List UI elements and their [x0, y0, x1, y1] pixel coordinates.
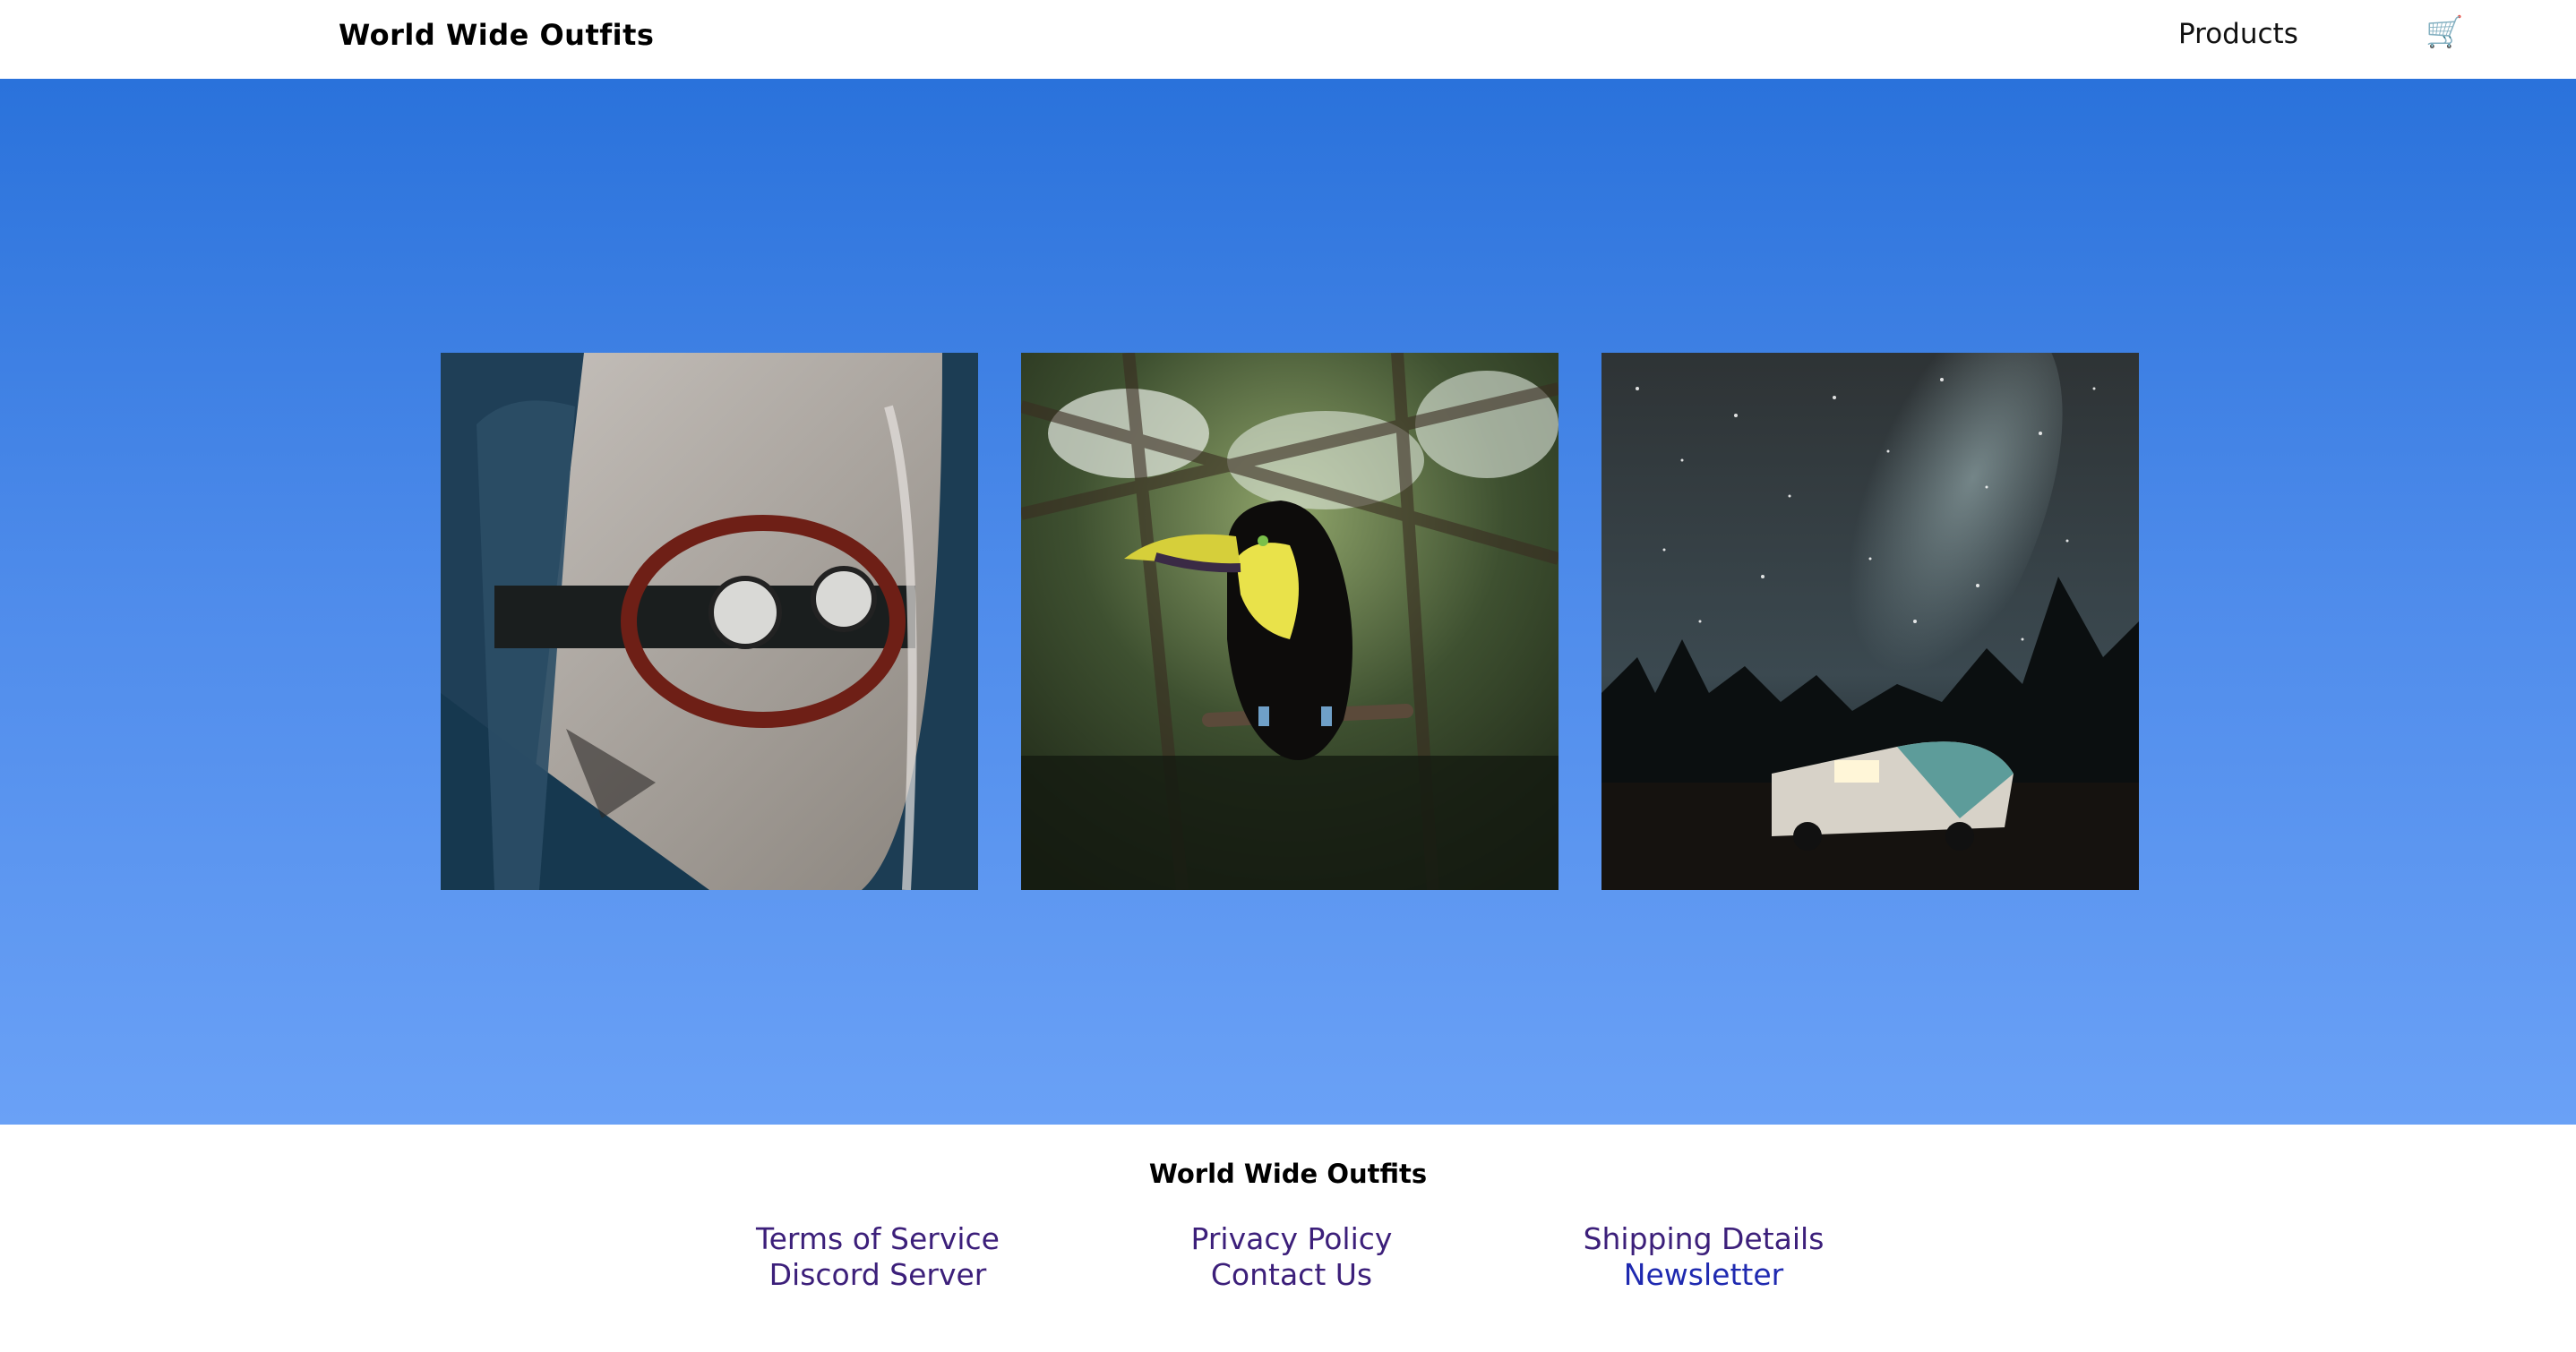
- discord-server-link[interactable]: Discord Server: [699, 1257, 1057, 1293]
- night-sky-photo[interactable]: [1601, 353, 2139, 890]
- shipping-details-link[interactable]: Shipping Details: [1524, 1221, 1883, 1257]
- site-footer: World Wide Outfits Terms of Service Disc…: [0, 1125, 2576, 1352]
- footer-brand: World Wide Outfits: [1148, 1159, 1428, 1189]
- footer-column-2: Privacy Policy Contact Us: [1112, 1221, 1471, 1293]
- contact-us-link[interactable]: Contact Us: [1112, 1257, 1471, 1293]
- privacy-policy-link[interactable]: Privacy Policy: [1112, 1221, 1471, 1257]
- brand-logo-text[interactable]: World Wide Outfits: [339, 18, 654, 52]
- hero-gallery: [0, 79, 2576, 1125]
- cart-icon[interactable]: 🛒: [2426, 14, 2463, 50]
- terms-of-service-link[interactable]: Terms of Service: [699, 1221, 1057, 1257]
- toucan-photo[interactable]: [1021, 353, 1558, 890]
- nav-products-link[interactable]: Products: [2178, 18, 2298, 50]
- footer-column-3: Shipping Details Newsletter: [1524, 1221, 1883, 1293]
- car-photo[interactable]: [441, 353, 978, 890]
- newsletter-link[interactable]: Newsletter: [1524, 1257, 1883, 1293]
- footer-column-1: Terms of Service Discord Server: [699, 1221, 1057, 1293]
- top-navbar: World Wide Outfits Products 🛒: [0, 0, 2576, 79]
